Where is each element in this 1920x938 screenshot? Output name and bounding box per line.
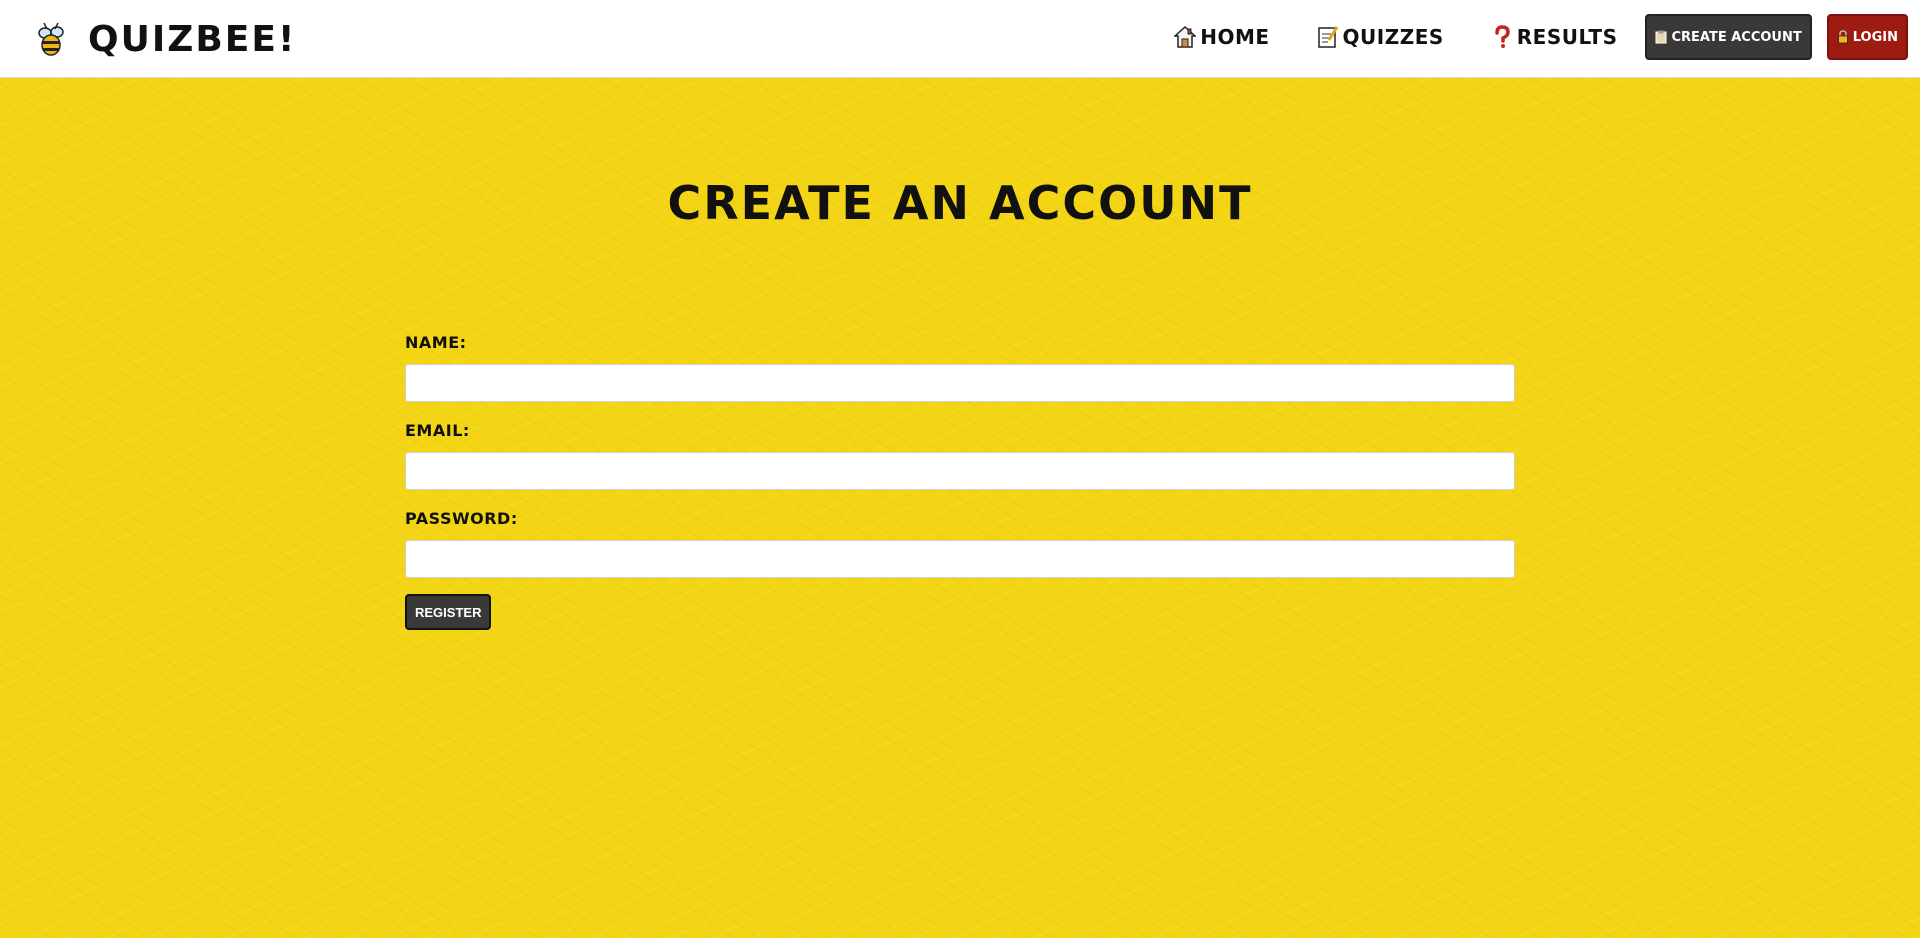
password-input[interactable] xyxy=(405,540,1515,578)
lock-icon xyxy=(1837,30,1848,44)
navbar: Quizbee! Home Quizzes xyxy=(0,0,1920,78)
brand-name: Quizbee! xyxy=(88,18,297,60)
login-button[interactable]: Login xyxy=(1826,14,1908,60)
nav-quizzes-label: Quizzes xyxy=(1342,25,1444,49)
nav-home[interactable]: Home xyxy=(1174,25,1269,49)
question-mark-icon xyxy=(1495,25,1510,48)
memo-icon xyxy=(1317,26,1338,48)
nav-home-label: Home xyxy=(1200,25,1270,49)
brand-link[interactable]: Quizbee! xyxy=(36,14,296,64)
email-label: Email: xyxy=(405,421,470,440)
nav-results-label: Results xyxy=(1516,25,1618,49)
password-label: Password: xyxy=(405,509,518,528)
create-account-label: Create Account xyxy=(1671,29,1802,45)
login-label: Login xyxy=(1852,29,1898,45)
nav-links: Home Quizzes Results Create A xyxy=(1174,14,1908,60)
name-input[interactable] xyxy=(405,364,1515,402)
register-form: Name: Email: Password: Register xyxy=(405,330,1515,630)
email-input[interactable] xyxy=(405,452,1515,490)
clipboard-icon xyxy=(1655,30,1667,44)
create-account-button[interactable]: Create Account xyxy=(1645,14,1812,60)
name-label: Name: xyxy=(405,333,467,352)
page-title: Create an Account xyxy=(667,176,1253,230)
nav-quizzes[interactable]: Quizzes xyxy=(1317,25,1444,49)
register-button[interactable]: Register xyxy=(405,594,492,630)
bee-icon xyxy=(38,22,64,56)
house-icon xyxy=(1174,25,1197,48)
nav-results[interactable]: Results xyxy=(1491,25,1618,49)
